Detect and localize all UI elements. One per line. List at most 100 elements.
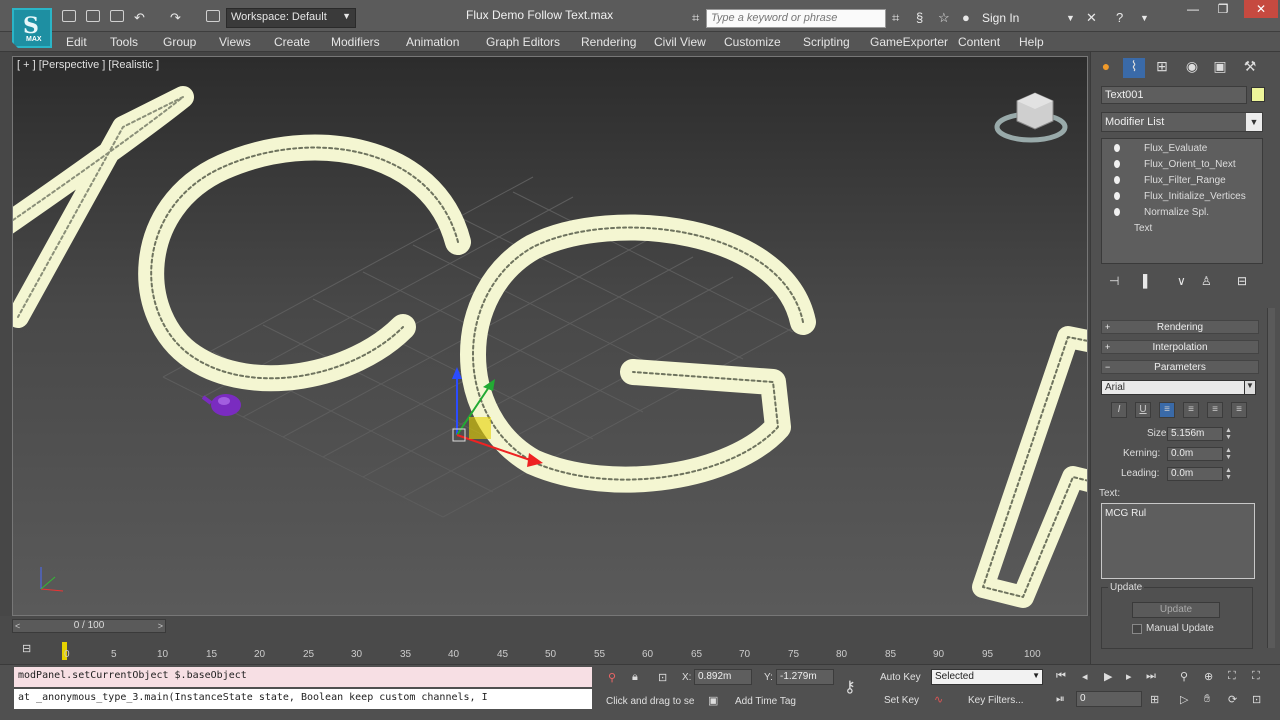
key-mode-icon[interactable]: ⚷ — [844, 677, 856, 697]
remove-modifier-icon[interactable]: ♙ — [1201, 274, 1212, 288]
align-center-button[interactable]: ≡ — [1183, 402, 1199, 418]
undo-icon[interactable]: ↶ — [134, 10, 145, 26]
spinner-arrows-icon[interactable]: ▲ ▼ — [1225, 427, 1233, 441]
close-icon[interactable]: ✕ — [1244, 0, 1278, 18]
stack-item[interactable]: Flux_Evaluate — [1104, 141, 1260, 156]
key-mode-toggle-icon[interactable]: ⏯ — [1056, 693, 1065, 706]
spinner-arrows-icon[interactable]: ▲ ▼ — [1225, 467, 1233, 481]
viewcube[interactable] — [994, 92, 1068, 143]
menu-scripting[interactable]: Scripting — [803, 35, 850, 49]
viewport-scene[interactable] — [13, 57, 1088, 616]
menu-modifiers[interactable]: Modifiers — [331, 35, 380, 49]
menu-views[interactable]: Views — [219, 35, 251, 49]
text-spline-c[interactable] — [138, 134, 471, 392]
spinner-arrows-icon[interactable]: ▲ ▼ — [1225, 447, 1233, 461]
leading-spinner[interactable]: 0.0m — [1167, 467, 1223, 481]
stack-item[interactable]: Normalize Spl. — [1104, 205, 1260, 220]
zoom-extents-all-icon[interactable]: ⛶ — [1252, 670, 1260, 683]
time-slider-prev-icon[interactable]: < — [15, 620, 20, 632]
restore-icon[interactable]: ❐ — [1210, 0, 1236, 18]
time-slider[interactable]: < 0 / 100 > — [12, 619, 166, 633]
update-button[interactable]: Update — [1132, 602, 1220, 618]
time-slider-next-icon[interactable]: > — [158, 620, 163, 632]
utilities-tab-icon[interactable]: ⚒ — [1239, 58, 1261, 78]
purple-helper-object[interactable] — [201, 394, 241, 416]
subscription-icon[interactable]: § — [916, 10, 923, 25]
user-icon[interactable]: ● — [962, 10, 970, 25]
rollout-parameters[interactable]: − Parameters — [1101, 360, 1259, 374]
stack-item[interactable]: Flux_Orient_to_Next — [1104, 157, 1260, 172]
modify-tab-icon[interactable]: ⌇ — [1123, 58, 1145, 78]
sign-in-link[interactable]: Sign In — [982, 11, 1019, 25]
maxscript-listener-output[interactable]: at _anonymous_type_3.main(InstanceState … — [14, 689, 592, 709]
underline-button[interactable]: U — [1135, 402, 1151, 418]
favorites-star-icon[interactable]: ☆ — [938, 10, 950, 26]
perspective-viewport[interactable]: [ + ] [Perspective ] [Realistic ] — [12, 56, 1088, 616]
viewport-label[interactable]: [ + ] [Perspective ] [Realistic ] — [17, 59, 159, 71]
mini-curve-editor-icon[interactable]: ⊟ — [22, 642, 31, 655]
application-button[interactable]: S MAX — [12, 8, 52, 48]
status-toggle-icon[interactable]: ▣ — [708, 694, 718, 707]
stack-item[interactable]: Flux_Filter_Range — [1104, 173, 1260, 188]
exchange-apps-icon[interactable]: ✕ — [1086, 10, 1097, 26]
key-filters-button[interactable]: Key Filters... — [968, 695, 1024, 706]
lightbulb-icon[interactable] — [1114, 160, 1120, 168]
pin-stack-icon[interactable]: ⊣ — [1109, 274, 1119, 288]
align-right-button[interactable]: ≡ — [1207, 402, 1223, 418]
align-left-button[interactable]: ≡ — [1159, 402, 1175, 418]
lightbulb-icon[interactable] — [1114, 176, 1120, 184]
make-unique-icon[interactable]: ∨ — [1177, 274, 1186, 288]
zoom-icon[interactable]: ⚲ — [1180, 670, 1188, 683]
next-frame-icon[interactable]: ▸ — [1126, 670, 1132, 683]
open-file-icon[interactable] — [86, 10, 100, 22]
object-name-field[interactable]: Text001 — [1101, 86, 1247, 104]
menu-graph-editors[interactable]: Graph Editors — [486, 35, 560, 49]
add-time-tag[interactable]: Add Time Tag — [735, 696, 796, 707]
selection-lock-icon[interactable]: 🔒︎ — [632, 671, 638, 684]
object-color-swatch[interactable] — [1251, 87, 1265, 102]
menu-group[interactable]: Group — [163, 35, 196, 49]
pan-view-icon[interactable]: ✋︎ — [1204, 693, 1210, 706]
italic-button[interactable]: I — [1111, 402, 1127, 418]
current-frame-field[interactable]: 0 — [1076, 691, 1142, 707]
maxscript-listener-input[interactable]: modPanel.setCurrentObject $.baseObject — [14, 667, 592, 687]
zoom-all-icon[interactable]: ⊕ — [1204, 670, 1213, 683]
search-input[interactable]: Type a keyword or phrase — [706, 9, 886, 28]
motion-tab-icon[interactable]: ◉ — [1181, 58, 1203, 78]
help-icon[interactable]: ? — [1116, 10, 1123, 25]
command-panel-scrollbar[interactable] — [1267, 308, 1275, 648]
communication-center-icon[interactable]: ⌗ — [892, 10, 899, 26]
stack-item[interactable]: Flux_Initialize_Vertices — [1104, 189, 1260, 204]
play-icon[interactable]: ▶ — [1104, 670, 1112, 683]
rollout-interpolation[interactable]: + Interpolation — [1101, 340, 1259, 354]
new-file-icon[interactable] — [62, 10, 76, 22]
menu-create[interactable]: Create — [274, 35, 310, 49]
configure-sets-icon[interactable]: ⊟ — [1237, 274, 1247, 288]
modifier-list-dropdown[interactable]: Modifier List ▼ — [1101, 112, 1263, 132]
auto-key-button[interactable]: Auto Key — [880, 672, 921, 683]
menu-animation[interactable]: Animation — [406, 35, 459, 49]
text-input-area[interactable]: MCG Rul — [1101, 503, 1255, 579]
absolute-mode-icon[interactable]: ⊡ — [658, 671, 667, 684]
selection-set-dropdown[interactable]: Selected ▼ — [931, 669, 1043, 685]
project-folder-icon[interactable] — [206, 10, 220, 22]
isolate-selection-icon[interactable]: ⚲ — [608, 671, 616, 684]
create-tab-icon[interactable]: ● — [1095, 58, 1117, 78]
kerning-spinner[interactable]: 0.0m — [1167, 447, 1223, 461]
orbit-icon[interactable]: ⟳ — [1228, 693, 1237, 706]
help-dropdown-icon[interactable]: ▼ — [1140, 13, 1149, 23]
justify-button[interactable]: ≡ — [1231, 402, 1247, 418]
workspace-select[interactable]: Workspace: Default ▼ — [226, 8, 356, 28]
minimize-icon[interactable]: — — [1180, 0, 1206, 18]
stack-base-object[interactable]: Text — [1104, 223, 1260, 237]
time-configuration-icon[interactable]: ⊞ — [1150, 693, 1159, 706]
menu-edit[interactable]: Edit — [66, 35, 87, 49]
size-spinner[interactable]: 5.156m — [1167, 427, 1223, 441]
y-coordinate-field[interactable]: -1.279m — [776, 669, 834, 685]
menu-rendering[interactable]: Rendering — [581, 35, 636, 49]
text-spline-g[interactable] — [460, 214, 816, 493]
menu-tools[interactable]: Tools — [110, 35, 138, 49]
x-coordinate-field[interactable]: 0.892m — [694, 669, 752, 685]
maximize-viewport-icon[interactable]: ⊡ — [1252, 693, 1261, 706]
go-to-start-icon[interactable]: ⏮ — [1056, 670, 1066, 683]
